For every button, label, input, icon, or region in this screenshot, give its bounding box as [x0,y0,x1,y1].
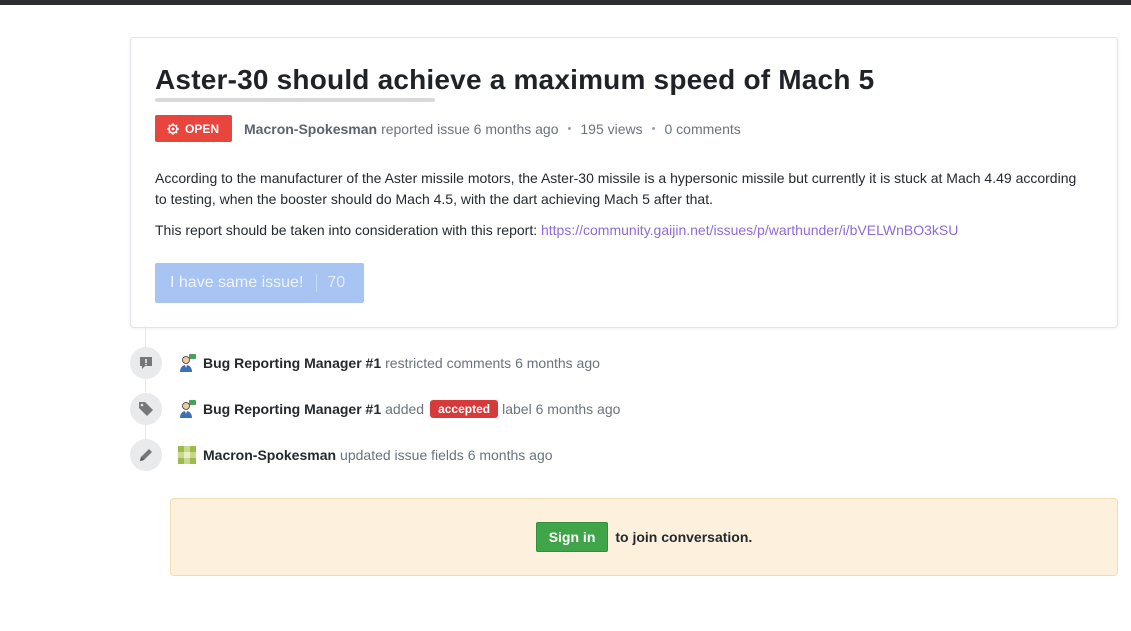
issue-meta: OPEN Macron-Spokesman reported issue 6 m… [155,115,741,142]
timeline-user[interactable]: Macron-Spokesman [203,447,336,463]
user-avatar [178,446,196,464]
body-paragraph: According to the manufacturer of the Ast… [155,170,1077,207]
status-badge: OPEN [155,115,233,142]
report-link[interactable]: https://community.gaijin.net/issues/p/wa… [541,222,958,238]
button-divider [316,274,318,292]
tag-icon [130,393,162,425]
timeline-item: Macron-Spokesman updated issue fields 6 … [130,439,553,471]
timeline-text: updated issue fields 6 months ago [340,447,553,463]
reported-text: reported issue 6 months ago [381,120,559,137]
timeline-text: label 6 months ago [502,401,621,417]
issue-body: According to the manufacturer of the Ast… [155,168,1085,251]
issue-card: Aster-30 should achieve a maximum speed … [130,37,1118,328]
timeline-text: added [385,401,425,417]
signin-button[interactable]: Sign in [535,522,609,552]
timeline-user[interactable]: Bug Reporting Manager #1 [203,401,381,417]
top-bar [0,0,1131,5]
signin-text: to join conversation. [615,529,753,545]
same-issue-count: 70 [327,274,346,291]
comment-restricted-icon [130,347,162,379]
signin-banner: Sign in to join conversation. [170,498,1118,576]
manager-avatar [180,400,196,418]
author-link[interactable]: Macron-Spokesman [244,121,377,137]
pencil-icon [130,439,162,471]
same-issue-button[interactable]: I have same issue! 70 [155,263,364,303]
views-count: 195 views [580,120,643,137]
meta-separator: • [567,122,572,135]
timeline-item: Bug Reporting Manager #1 restricted comm… [130,347,600,379]
issue-title: Aster-30 should achieve a maximum speed … [155,64,875,95]
manager-avatar [180,354,196,372]
timeline-item: Bug Reporting Manager #1 added accepted … [130,393,620,425]
accepted-label[interactable]: accepted [430,400,499,418]
body-paragraph: This report should be taken into conside… [155,220,1085,241]
body-text-prefix: This report should be taken into conside… [155,222,541,238]
comments-count: 0 comments [664,120,741,137]
same-issue-label: I have same issue! [170,274,304,291]
bug-icon [167,122,179,135]
timeline-user[interactable]: Bug Reporting Manager #1 [203,355,381,371]
meta-separator: • [651,122,656,135]
title-underline [155,98,435,102]
status-label: OPEN [185,121,220,136]
timeline-text: restricted comments 6 months ago [385,355,600,371]
